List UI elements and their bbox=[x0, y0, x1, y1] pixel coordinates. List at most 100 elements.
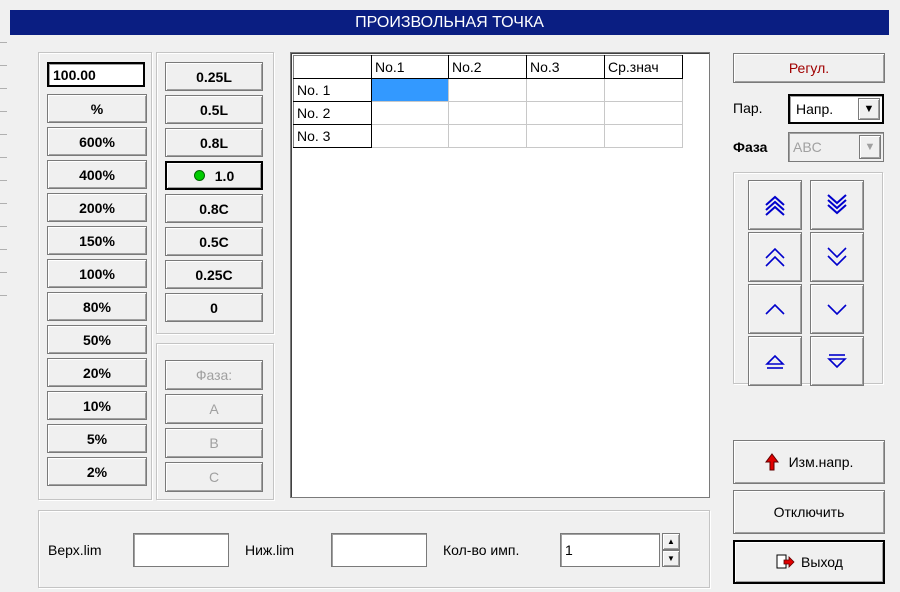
power-factor-label: 0.25L bbox=[196, 68, 232, 85]
upper-limit-input[interactable] bbox=[133, 533, 229, 567]
table-cell[interactable] bbox=[448, 78, 527, 102]
power-factor-label: 0.8C bbox=[199, 200, 229, 217]
row-header[interactable]: No. 3 bbox=[293, 124, 372, 148]
percent-button[interactable]: % bbox=[47, 94, 147, 123]
table-cell[interactable] bbox=[448, 124, 527, 148]
phase-label: Фаза bbox=[733, 139, 768, 155]
percent-button[interactable]: 400% bbox=[47, 160, 147, 189]
pulses-spin-up-button[interactable]: ▲ bbox=[662, 533, 680, 550]
percent-button[interactable]: 5% bbox=[47, 424, 147, 453]
table-corner-cell bbox=[293, 55, 372, 79]
table-row: No. 2 bbox=[293, 101, 683, 125]
exit-button[interactable]: Выход bbox=[733, 540, 885, 584]
power-factor-button[interactable]: 1.0 bbox=[165, 161, 263, 190]
power-factor-label: 0.5L bbox=[199, 101, 228, 118]
power-factor-button[interactable]: 0.25C bbox=[165, 260, 263, 289]
power-factor-label: 0 bbox=[210, 299, 218, 316]
triangle-down-icon bbox=[827, 354, 847, 369]
percent-value-input[interactable]: 100.00 bbox=[47, 62, 145, 87]
phase-button[interactable]: B bbox=[165, 428, 263, 458]
single-up-icon bbox=[765, 303, 785, 315]
phase-button[interactable]: A bbox=[165, 394, 263, 424]
double-up-icon bbox=[765, 247, 785, 267]
percent-button[interactable]: 20% bbox=[47, 358, 147, 387]
single-down-icon bbox=[827, 304, 847, 316]
decrease-medium-button[interactable] bbox=[810, 232, 864, 282]
power-factor-button[interactable]: 0.5C bbox=[165, 227, 263, 256]
change-direction-button[interactable]: Изм.напр. bbox=[733, 440, 885, 484]
decrease-fine-button[interactable] bbox=[810, 336, 864, 386]
spin-up-icon: ▲ bbox=[667, 537, 675, 546]
param-label: Пар. bbox=[733, 100, 763, 116]
table-cell[interactable] bbox=[371, 101, 449, 125]
measurement-table: No.1 No.2 No.3 Ср.знач No. 1 No. 2 No. 3 bbox=[293, 55, 683, 148]
power-factor-label: 0.5C bbox=[199, 233, 229, 250]
increase-medium-button[interactable] bbox=[748, 232, 802, 282]
chevron-down-icon: ▼ bbox=[863, 103, 875, 115]
percent-button[interactable]: 10% bbox=[47, 391, 147, 420]
phase-button[interactable]: C bbox=[165, 462, 263, 492]
increase-small-button[interactable] bbox=[748, 284, 802, 334]
pulses-spin-down-button[interactable]: ▼ bbox=[662, 550, 680, 567]
table-cell[interactable] bbox=[604, 124, 683, 148]
double-down-icon bbox=[827, 247, 847, 267]
table-cell[interactable] bbox=[604, 78, 683, 102]
column-header[interactable]: No.2 bbox=[448, 55, 527, 79]
increase-large-button[interactable] bbox=[748, 180, 802, 230]
measurement-grid[interactable]: No.1 No.2 No.3 Ср.знач No. 1 No. 2 No. 3 bbox=[290, 52, 710, 498]
table-cell[interactable] bbox=[448, 101, 527, 125]
red-up-arrow-icon bbox=[764, 453, 779, 471]
increase-fine-button[interactable] bbox=[748, 336, 802, 386]
chevron-down-icon: ▼ bbox=[864, 141, 876, 153]
power-factor-button[interactable]: 0.5L bbox=[165, 95, 263, 124]
triple-up-icon bbox=[765, 195, 785, 216]
column-header[interactable]: Ср.знач bbox=[604, 55, 683, 79]
phase-header-button[interactable]: Фаза: bbox=[165, 360, 263, 390]
regul-button[interactable]: Регул. bbox=[733, 53, 885, 83]
exit-door-icon bbox=[776, 554, 795, 569]
column-header[interactable]: No.1 bbox=[371, 55, 449, 79]
percent-button[interactable]: 50% bbox=[47, 325, 147, 354]
phase-dropdown-button[interactable]: ▼ bbox=[859, 135, 881, 159]
column-header[interactable]: No.3 bbox=[526, 55, 605, 79]
percent-button[interactable]: 150% bbox=[47, 226, 147, 255]
table-row: No. 1 bbox=[293, 78, 683, 102]
spin-down-icon: ▼ bbox=[667, 554, 675, 563]
pulses-count-label: Кол-во имп. bbox=[443, 542, 520, 558]
power-factor-button[interactable]: 0.25L bbox=[165, 62, 263, 91]
table-cell[interactable] bbox=[526, 78, 605, 102]
power-factor-button[interactable]: 0.8C bbox=[165, 194, 263, 223]
disconnect-button[interactable]: Отключить bbox=[733, 490, 885, 534]
change-direction-label: Изм.напр. bbox=[788, 454, 854, 470]
power-factor-button[interactable]: 0.8L bbox=[165, 128, 263, 157]
row-header[interactable]: No. 1 bbox=[293, 78, 372, 102]
power-factor-button[interactable]: 0 bbox=[165, 293, 263, 322]
power-factor-label: 0.25C bbox=[195, 266, 233, 283]
power-factor-label: 1.0 bbox=[214, 167, 235, 184]
table-header-row: No.1 No.2 No.3 Ср.знач bbox=[293, 55, 683, 79]
active-indicator-icon bbox=[193, 170, 205, 181]
disconnect-label: Отключить bbox=[773, 504, 845, 520]
percent-button[interactable]: 600% bbox=[47, 127, 147, 156]
param-select[interactable]: Напр. ▼ bbox=[788, 94, 884, 124]
phase-select[interactable]: ABC ▼ bbox=[788, 132, 884, 162]
phase-select-value: ABC bbox=[793, 139, 822, 155]
table-cell[interactable] bbox=[604, 101, 683, 125]
table-cell[interactable] bbox=[371, 124, 449, 148]
percent-button[interactable]: 2% bbox=[47, 457, 147, 486]
table-cell[interactable] bbox=[526, 101, 605, 125]
exit-label: Выход bbox=[801, 554, 843, 570]
percent-button[interactable]: 100% bbox=[47, 259, 147, 288]
row-header[interactable]: No. 2 bbox=[293, 101, 372, 125]
lower-limit-input[interactable] bbox=[331, 533, 427, 567]
power-factor-label: 0.8L bbox=[199, 134, 228, 151]
lower-limit-label: Ниж.lim bbox=[245, 542, 295, 558]
percent-button[interactable]: 200% bbox=[47, 193, 147, 222]
decrease-small-button[interactable] bbox=[810, 284, 864, 334]
decrease-large-button[interactable] bbox=[810, 180, 864, 230]
table-cell-selected[interactable] bbox=[371, 78, 449, 102]
param-dropdown-button[interactable]: ▼ bbox=[858, 98, 880, 120]
percent-button[interactable]: 80% bbox=[47, 292, 147, 321]
table-cell[interactable] bbox=[526, 124, 605, 148]
pulses-count-input[interactable]: 1 bbox=[560, 533, 660, 567]
